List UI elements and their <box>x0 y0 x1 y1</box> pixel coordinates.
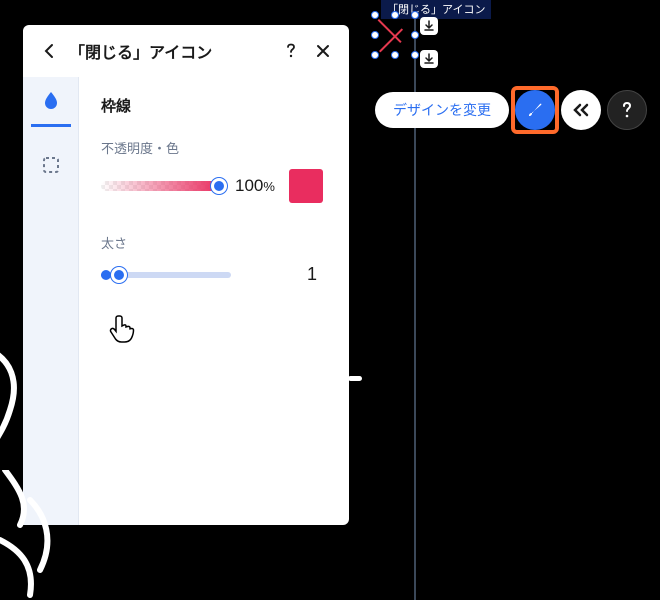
resize-handle[interactable] <box>391 51 399 59</box>
download-button[interactable] <box>420 17 438 35</box>
chevrons-left-icon <box>572 103 590 117</box>
resize-handle[interactable] <box>411 51 419 59</box>
resize-handle[interactable] <box>411 11 419 19</box>
bounding-box-icon <box>41 155 61 175</box>
question-icon <box>621 101 633 119</box>
properties-panel: 「閉じる」アイコン 枠線 不透明度・色 100% <box>23 25 349 525</box>
canvas-close-icon-object[interactable] <box>375 15 415 55</box>
resize-handle[interactable] <box>391 11 399 19</box>
thickness-slider-thumb[interactable] <box>111 267 127 283</box>
question-icon <box>286 43 296 59</box>
opacity-slider-thumb[interactable] <box>211 178 227 194</box>
close-button[interactable] <box>311 39 335 63</box>
rail-tab-fill[interactable] <box>31 83 71 127</box>
style-button[interactable] <box>515 90 555 130</box>
resize-handle[interactable] <box>371 51 379 59</box>
opacity-value: 100 <box>235 176 263 195</box>
resize-handle[interactable] <box>371 31 379 39</box>
opacity-unit: % <box>263 179 275 194</box>
decorative-stroke <box>348 376 362 381</box>
section-title: 枠線 <box>101 95 327 116</box>
drop-icon <box>42 90 60 112</box>
panel-content: 枠線 不透明度・色 100% 太さ 1 <box>79 77 349 525</box>
floating-toolbar: デザインを変更 <box>375 90 647 130</box>
thickness-slider[interactable] <box>101 272 231 278</box>
thickness-label: 太さ <box>101 233 327 252</box>
opacity-slider[interactable] <box>101 181 221 191</box>
thickness-value: 1 <box>271 264 327 285</box>
resize-handle[interactable] <box>411 31 419 39</box>
download-button[interactable] <box>420 50 438 68</box>
panel-title: 「閉じる」アイコン <box>69 39 271 63</box>
more-button[interactable] <box>561 90 601 130</box>
help-button[interactable] <box>607 90 647 130</box>
close-icon <box>316 44 330 58</box>
decorative-stroke <box>0 340 50 460</box>
color-swatch[interactable] <box>289 169 323 203</box>
download-icon <box>423 20 435 32</box>
back-button[interactable] <box>37 39 61 63</box>
design-change-button[interactable]: デザインを変更 <box>375 92 509 128</box>
opacity-label: 不透明度・色 <box>101 138 327 157</box>
resize-handle[interactable] <box>371 11 379 19</box>
panel-header: 「閉じる」アイコン <box>23 25 349 77</box>
rail-tab-bounds[interactable] <box>31 145 71 185</box>
panel-help-button[interactable] <box>279 39 303 63</box>
brush-icon <box>525 100 545 120</box>
chevron-left-icon <box>44 43 54 59</box>
decorative-stroke <box>0 470 65 600</box>
download-icon <box>423 53 435 65</box>
